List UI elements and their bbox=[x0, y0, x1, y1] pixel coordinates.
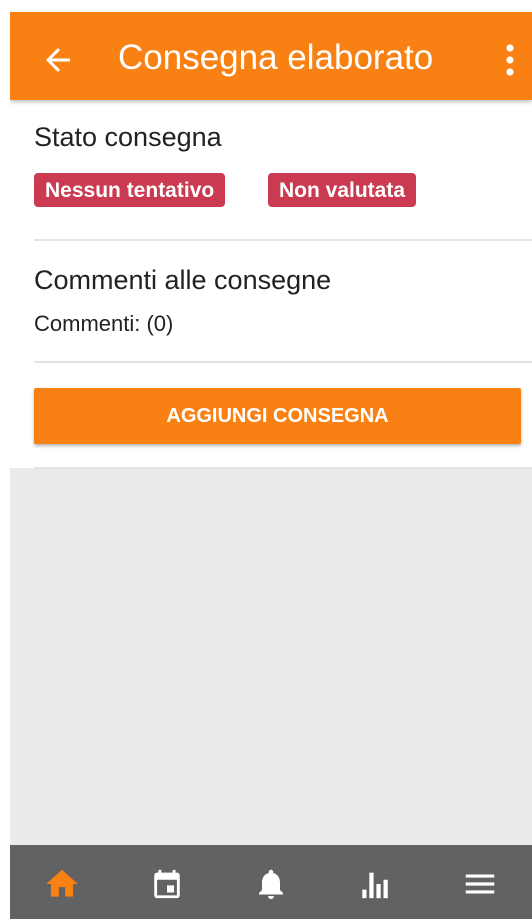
divider bbox=[34, 361, 532, 363]
divider bbox=[34, 239, 532, 241]
add-submission-button[interactable]: AGGIUNGI CONSEGNA bbox=[34, 388, 521, 444]
page-title: Consegna elaborato bbox=[118, 38, 434, 77]
screen-edge bbox=[0, 12, 10, 919]
nav-notifications-button[interactable] bbox=[241, 854, 301, 914]
status-heading: Stato consegna bbox=[34, 122, 222, 152]
app-bar: Consegna elaborato bbox=[10, 12, 532, 100]
comments-count-link[interactable]: Commenti: (0) bbox=[34, 311, 173, 337]
bar-chart-icon bbox=[362, 872, 389, 899]
back-button[interactable] bbox=[34, 36, 82, 84]
more-options-button[interactable] bbox=[492, 36, 528, 84]
nav-home-button[interactable] bbox=[32, 854, 92, 914]
nav-menu-button[interactable] bbox=[450, 854, 510, 914]
nav-calendar-button[interactable] bbox=[137, 854, 197, 914]
menu-icon bbox=[465, 874, 494, 894]
arrow-back-icon bbox=[46, 48, 70, 72]
bell-icon bbox=[258, 869, 283, 899]
bottom-navigation bbox=[10, 845, 532, 919]
submission-card: Stato consegna Nessun tentativo Non valu… bbox=[10, 100, 532, 469]
nav-grades-button[interactable] bbox=[345, 854, 405, 914]
calendar-icon bbox=[153, 869, 180, 899]
app-screen: Consegna elaborato Stato consegna Nessun… bbox=[0, 0, 532, 919]
status-badge-attempt: Nessun tentativo bbox=[34, 173, 226, 207]
comments-heading: Commenti alle consegne bbox=[34, 265, 332, 295]
main-content: Stato consegna Nessun tentativo Non valu… bbox=[10, 100, 532, 845]
divider bbox=[34, 467, 532, 469]
home-icon bbox=[46, 869, 79, 897]
more-vert-icon bbox=[506, 44, 514, 76]
status-badge-grading: Non valutata bbox=[268, 173, 417, 207]
status-bar-area bbox=[0, 0, 532, 12]
